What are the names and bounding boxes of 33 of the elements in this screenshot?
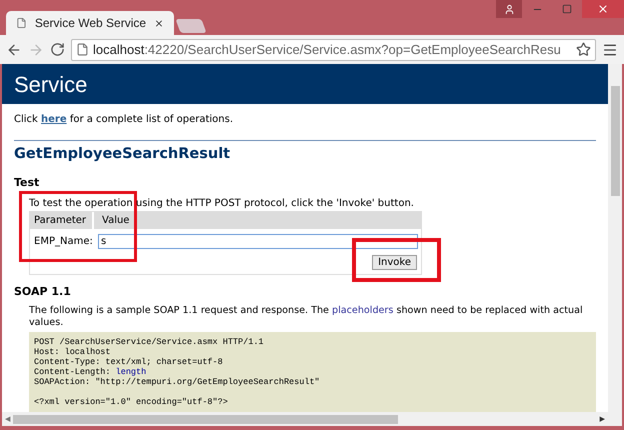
window-close-button[interactable]	[582, 0, 624, 18]
intro-text: Click here for a complete list of operations.	[14, 113, 234, 127]
parameter-input[interactable]: s	[98, 234, 418, 250]
page-icon	[16, 17, 27, 29]
url-path: :42220/SearchUserService/Service.asmx?op=GetEmployeeSearchResu	[144, 40, 561, 59]
reload-icon[interactable]	[50, 42, 65, 57]
here-link[interactable]: here	[41, 114, 67, 125]
maximize-icon	[562, 4, 572, 14]
back-icon[interactable]	[6, 42, 22, 58]
page-banner: Service	[2, 64, 608, 104]
column-header: Parameter	[30, 212, 94, 230]
parameter-label: EMP_Name:	[33, 235, 94, 250]
address-bar[interactable]: localhost:42220/SearchUserService/Service.asmx?op=GetEmployeeSearchResu	[71, 38, 596, 60]
browser-tab[interactable]: Service Web Service	[6, 11, 174, 35]
test-heading: Test	[14, 174, 40, 191]
soap-heading: SOAP 1.1	[14, 284, 72, 300]
invoke-button[interactable]: Invoke	[372, 255, 417, 270]
close-icon[interactable]	[154, 18, 164, 28]
user-button[interactable]	[496, 0, 522, 18]
page-icon	[76, 43, 89, 56]
tab-title: Service Web Service	[34, 15, 146, 32]
vertical-scrollbar[interactable]	[608, 64, 622, 426]
url-host: localhost	[93, 40, 144, 59]
new-tab-button[interactable]	[175, 19, 207, 33]
user-icon	[504, 4, 514, 14]
soap-description: The following is a sample SOAP 1.1 request and response. The placeholders shown need to be replaced with actual values.	[29, 304, 584, 329]
bookmark-star-icon[interactable]	[576, 42, 591, 57]
code-sample: POST /SearchUserService/Service.asmx HTTP/1.1 Host: localhost Content-Type: text/xml; charset=utf-8 Content-Length: length SOAPAction: "http://tempuri.org/GetEmployeeSearchResult" <?xml version="1.0" encoding="utf-8"?>	[29, 332, 596, 412]
operation-title: GetEmployeeSearchResult	[14, 145, 232, 164]
placeholders-link[interactable]: placeholders	[332, 304, 394, 316]
menu-icon[interactable]	[602, 42, 618, 58]
close-icon	[597, 3, 609, 15]
column-header: Value	[101, 214, 130, 228]
